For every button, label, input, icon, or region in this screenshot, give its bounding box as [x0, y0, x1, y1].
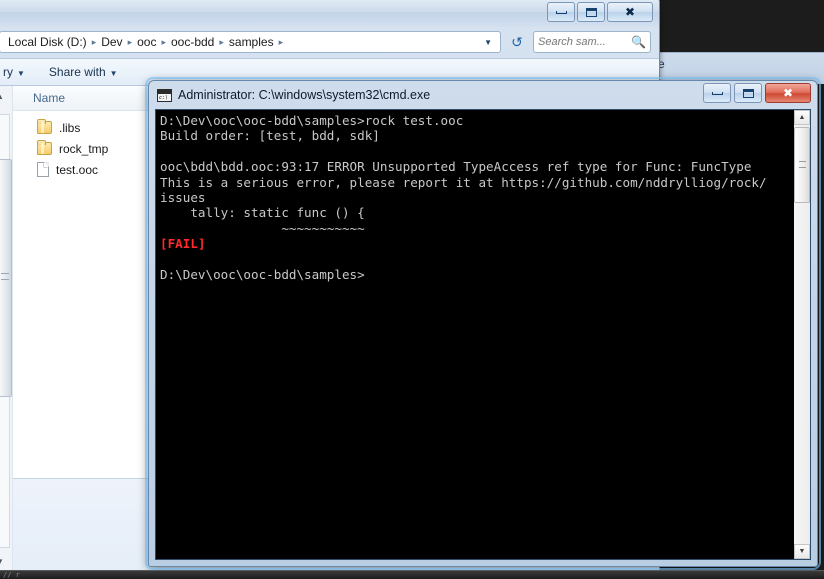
console-line: D:\Dev\ooc\ooc-bdd\samples>rock test.ooc [160, 113, 464, 128]
column-header-name[interactable]: Name [33, 91, 65, 105]
scroll-up-button[interactable]: ▲ [794, 110, 810, 125]
maximize-icon [742, 88, 754, 98]
explorer-window-controls: ✖ [547, 2, 653, 22]
file-icon [37, 162, 49, 177]
search-input[interactable] [538, 36, 632, 48]
share-with-label: Share with [48, 65, 106, 79]
minimize-icon [711, 91, 723, 95]
folder-icon [37, 119, 52, 134]
console-line: tally: static func () { [160, 205, 365, 221]
chevron-down-icon: ▼ [17, 69, 25, 78]
scroll-up-icon[interactable]: ▲ [0, 92, 4, 101]
cmd-titlebar[interactable]: Administrator: C:\windows\system32\cmd.e… [155, 81, 811, 109]
scroll-down-icon[interactable]: ▼ [0, 557, 4, 566]
breadcrumb-item-0[interactable]: Local Disk (D:) [4, 33, 91, 51]
console-scrollbar[interactable]: ▲ ▼ [793, 110, 810, 559]
cmd-window-controls: ✖ [703, 83, 811, 103]
file-name: test.ooc [56, 162, 99, 177]
console-line: This is a serious error, please report i… [160, 174, 767, 190]
console-line: [FAIL] [160, 236, 206, 252]
navigation-scrollbar-thumb[interactable] [0, 159, 12, 397]
address-bar[interactable]: Local Disk (D:) ▸ Dev ▸ ooc ▸ ooc-bdd ▸ … [0, 31, 501, 53]
cmd-window-title: Administrator: C:\windows\system32\cmd.e… [178, 88, 431, 102]
share-with-button[interactable]: Share with ▼ [37, 61, 130, 83]
scroll-up-icon: ▲ [798, 114, 806, 121]
close-icon: ✖ [624, 5, 636, 19]
explorer-maximize-button[interactable] [577, 2, 605, 22]
cmd-close-button[interactable]: ✖ [765, 83, 811, 103]
console-icon [157, 88, 172, 102]
breadcrumb-item-1[interactable]: Dev [97, 33, 126, 51]
console-line: issues [160, 190, 206, 206]
explorer-close-button[interactable]: ✖ [607, 2, 653, 22]
maximize-icon [585, 7, 597, 17]
breadcrumb-item-2[interactable]: ooc [133, 33, 160, 51]
breadcrumb-item-4[interactable]: samples [225, 33, 278, 51]
console-line: D:\Dev\ooc\ooc-bdd\samples> [160, 267, 365, 283]
explorer-minimize-button[interactable] [547, 2, 575, 22]
taskbar-items: // r [3, 571, 20, 579]
scroll-down-icon: ▼ [798, 548, 806, 555]
navigation-pane[interactable]: ▲ ▼ [0, 86, 13, 570]
minimize-icon [555, 10, 567, 14]
organize-button[interactable]: ry ▼ [0, 61, 37, 83]
folder-icon [37, 140, 52, 155]
console-output[interactable]: D:\Dev\ooc\ooc-bdd\samples>rock test.ooc… [156, 110, 793, 559]
console-line: ~~~~~~~~~~~ [160, 220, 365, 236]
cmd-maximize-button[interactable] [734, 83, 762, 103]
chevron-down-icon[interactable]: ▼ [478, 38, 498, 47]
console-scrollbar-thumb[interactable] [794, 127, 810, 203]
organize-label: ry [3, 65, 13, 79]
console-area[interactable]: D:\Dev\ooc\ooc-bdd\samples>rock test.ooc… [155, 109, 811, 560]
breadcrumb-item-3[interactable]: ooc-bdd [167, 33, 218, 51]
navigation-scrollbar[interactable] [0, 114, 12, 548]
scroll-down-button[interactable]: ▼ [794, 544, 810, 559]
taskbar[interactable]: // r [0, 570, 824, 579]
search-icon: 🔍 [631, 35, 646, 49]
cmd-minimize-button[interactable] [703, 83, 731, 103]
explorer-titlebar[interactable]: ✖ [0, 0, 659, 27]
close-icon: ✖ [782, 86, 794, 100]
explorer-address-row: Local Disk (D:) ▸ Dev ▸ ooc ▸ ooc-bdd ▸ … [0, 29, 651, 55]
search-box[interactable]: 🔍 [533, 31, 651, 53]
breadcrumb-separator-icon: ▸ [278, 36, 284, 47]
background-window-text: e [658, 57, 665, 71]
console-line: ooc\bdd\bdd.ooc:93:17 ERROR Unsupported … [160, 159, 752, 175]
file-name: .libs [59, 120, 81, 135]
file-name: rock_tmp [59, 141, 109, 156]
cmd-window[interactable]: Administrator: C:\windows\system32\cmd.e… [148, 80, 818, 567]
refresh-icon[interactable]: ↺ [505, 31, 529, 53]
chevron-down-icon: ▼ [109, 69, 118, 78]
console-line: Build order: [test, bdd, sdk] [160, 128, 380, 144]
